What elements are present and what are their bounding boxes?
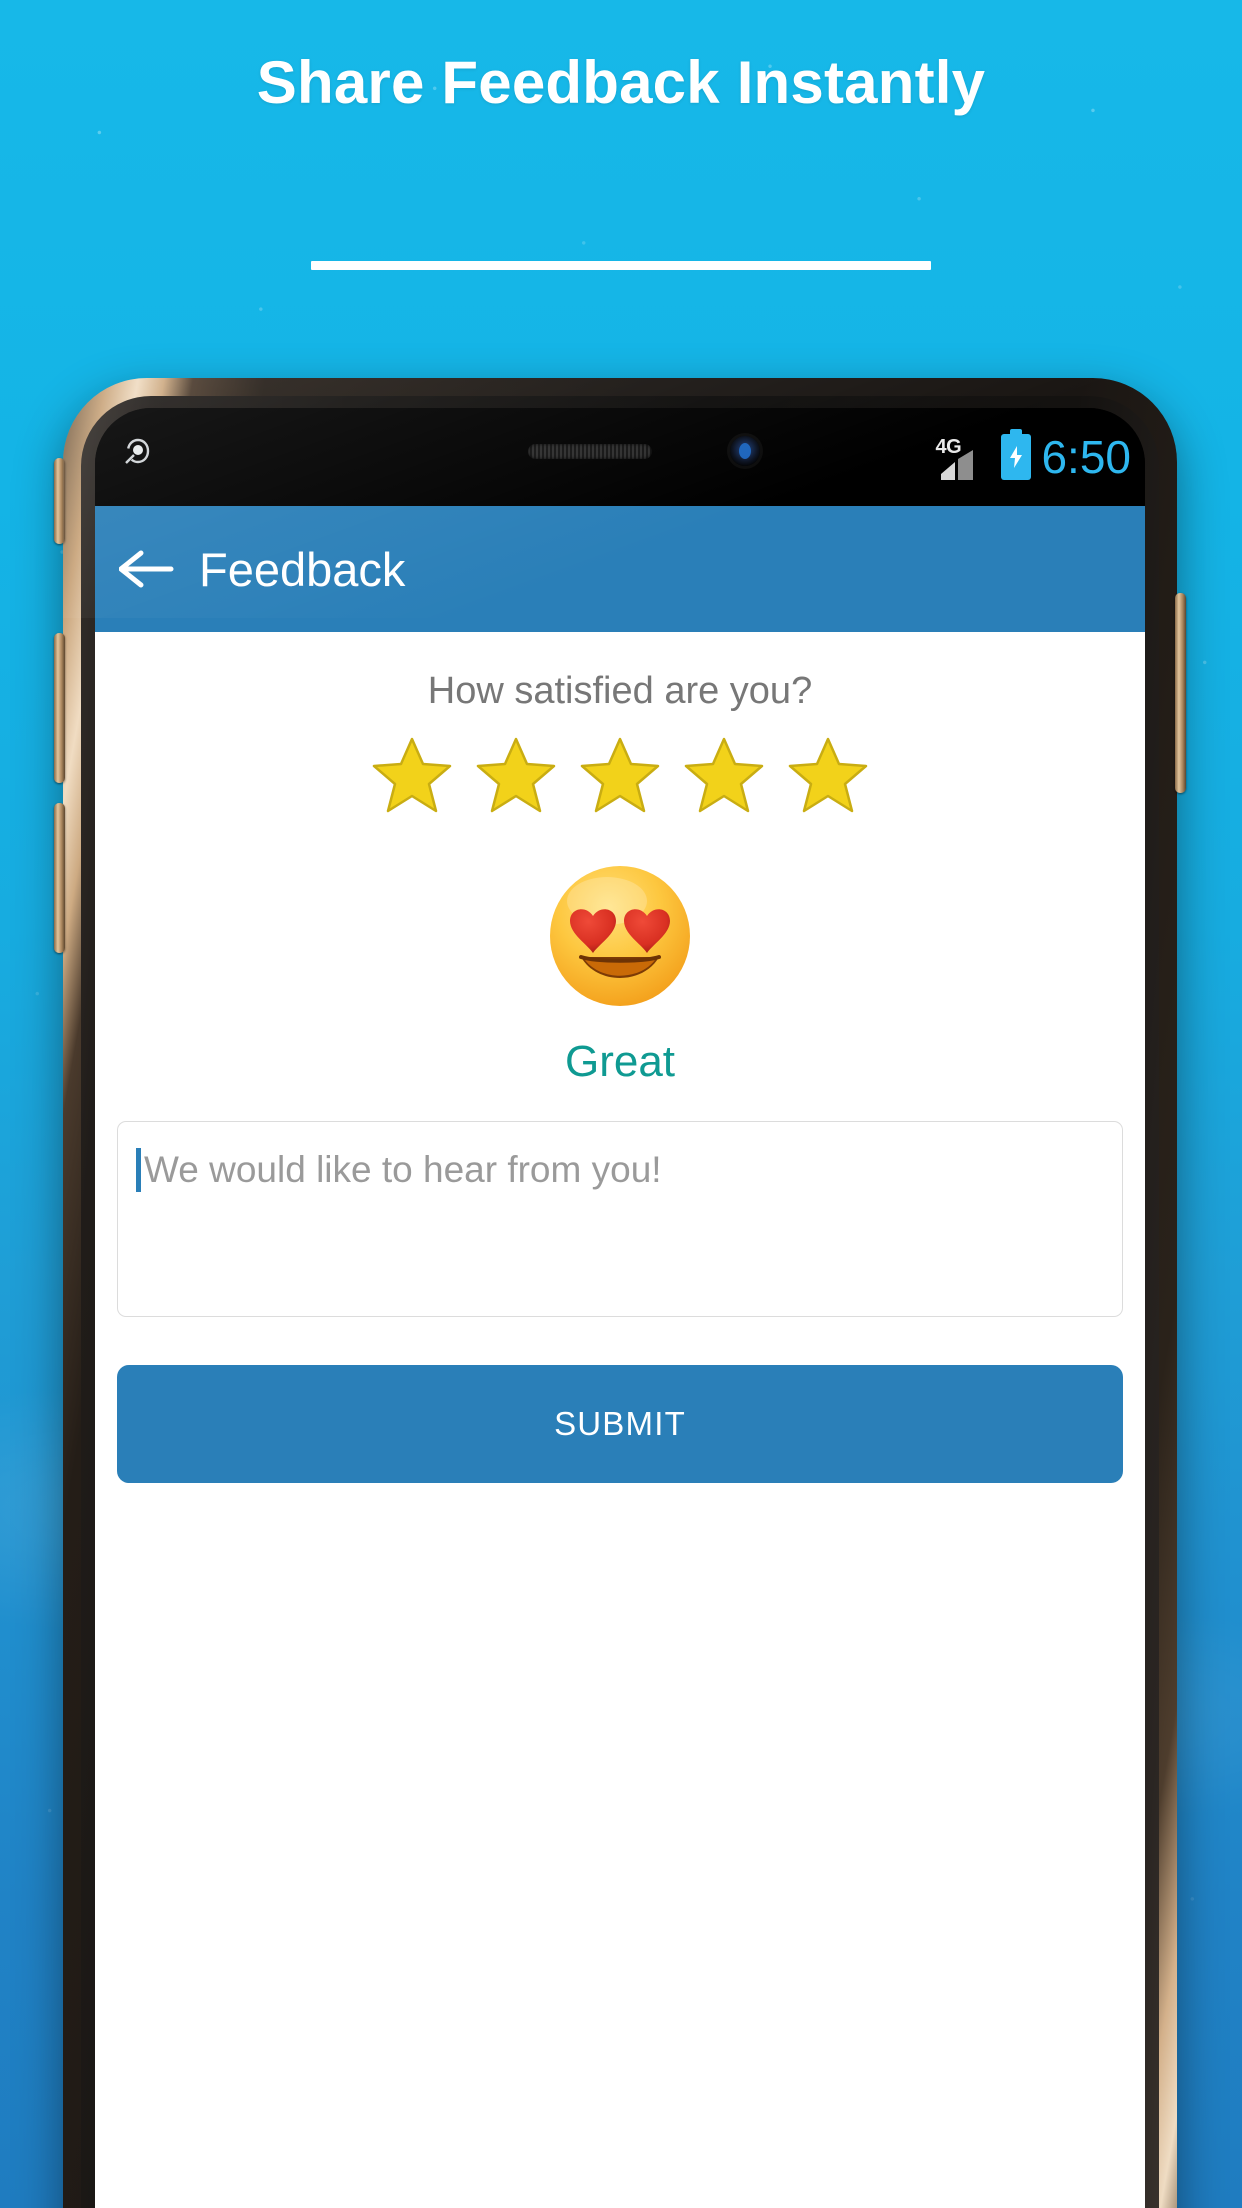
comment-placeholder: We would like to hear from you! [144, 1149, 662, 1190]
app-bar: Feedback [95, 506, 1145, 632]
promo-headline: Share Feedback Instantly [256, 49, 986, 116]
feedback-form: How satisfied are you? Great We would li… [95, 632, 1145, 2208]
hardware-button-power[interactable] [1175, 593, 1186, 793]
battery-charging-icon [1001, 434, 1032, 480]
status-bar-right-cluster: 4G 6:50 [935, 408, 1131, 506]
phone-mockup: 4G 6:50 Feedback How satisfied are you? … [54, 378, 1186, 2208]
phone-screen: 4G 6:50 Feedback How satisfied are you? … [95, 408, 1145, 2208]
star-icon[interactable] [579, 735, 661, 813]
mood-label: Great [564, 1037, 676, 1086]
promo-divider [311, 261, 931, 270]
star-icon[interactable] [475, 735, 557, 813]
hardware-button-left-top[interactable] [54, 458, 65, 544]
hardware-button-volume-up[interactable] [54, 633, 65, 783]
comment-input[interactable]: We would like to hear from you! [117, 1121, 1123, 1317]
arrow-left-icon [119, 550, 174, 588]
hardware-button-volume-down[interactable] [54, 803, 65, 953]
proximity-sensor-icon [121, 434, 155, 468]
star-icon[interactable] [787, 735, 869, 813]
earpiece-speaker-icon [528, 444, 652, 459]
text-caret [136, 1148, 141, 1192]
front-camera-icon [730, 436, 760, 466]
star-rating[interactable] [95, 735, 1145, 813]
app-bar-title: Feedback [199, 542, 406, 596]
screenshot-stage: Share Feedback Instantly 4G 6:50 Feedbac… [0, 0, 1242, 2208]
mood-emoji-container [95, 861, 1145, 1011]
smiling-face-with-heart-eyes-emoji [545, 861, 695, 1011]
star-icon[interactable] [683, 735, 765, 813]
signal-bars-icon: 4G [935, 434, 991, 480]
status-bar-clock: 6:50 [1041, 431, 1131, 483]
satisfaction-question: How satisfied are you? [427, 670, 813, 712]
status-bar: 4G 6:50 [95, 408, 1145, 506]
back-button[interactable] [95, 506, 199, 632]
star-icon[interactable] [371, 735, 453, 813]
submit-button[interactable]: SUBMIT [117, 1365, 1123, 1483]
